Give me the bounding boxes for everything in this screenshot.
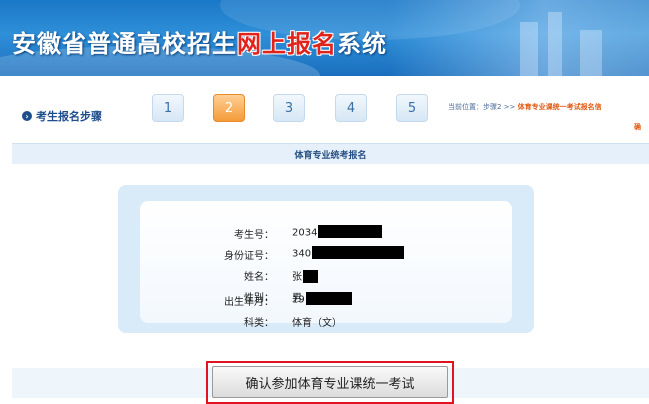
title-suffix: 系统 xyxy=(337,30,387,58)
title-highlight: 网上报名 xyxy=(237,30,337,58)
row-name: 姓名： 张 xyxy=(140,265,512,285)
breadcrumb-prefix: 当前位置：步骤2 >> xyxy=(448,103,518,111)
confirm-button[interactable]: 确认参加体育专业课统一考试 xyxy=(212,366,448,398)
birth-value: 19 xyxy=(292,292,352,306)
id-no-value: 340 xyxy=(292,246,405,260)
exam-no-value: 2034 xyxy=(292,225,383,239)
birth-label: 出生年月： xyxy=(224,297,274,308)
banner-decoration xyxy=(548,12,562,76)
breadcrumb-current: 体育专业课统一考试报名信 xyxy=(517,103,602,111)
steps-bar: › 考生报名步骤 1 2 3 4 5 当前位置：步骤2 >> 体育专业课统一考试… xyxy=(0,84,649,142)
info-card: 考生号： 2034 身份证号： 340 姓名： 张 性别： 男 出生年月： 19… xyxy=(118,185,534,333)
name-value: 张 xyxy=(292,268,318,284)
steps-label: › 考生报名步骤 xyxy=(22,108,102,124)
step-4: 4 xyxy=(335,94,367,122)
redaction-mask xyxy=(318,225,383,238)
header-banner: 安徽省普通高校招生网上报名系统 xyxy=(0,0,649,76)
banner-decoration xyxy=(580,30,602,76)
redaction-mask xyxy=(305,292,352,305)
breadcrumb: 当前位置：步骤2 >> 体育专业课统一考试报名信 xyxy=(448,102,602,112)
row-category: 科类： 体育（文） xyxy=(140,311,512,331)
name-label: 姓名： xyxy=(244,272,274,283)
title-prefix: 安徽省普通高校招生 xyxy=(12,30,237,58)
section-title: 体育专业统考报名 xyxy=(294,151,367,161)
exam-no-label: 考生号： xyxy=(234,230,274,241)
bullet-icon: › xyxy=(22,111,32,121)
step-1: 1 xyxy=(152,94,184,122)
redaction-mask xyxy=(303,269,318,283)
category-value: 体育（文） xyxy=(292,318,342,329)
page-title: 安徽省普通高校招生网上报名系统 xyxy=(12,24,387,59)
redaction-mask xyxy=(312,246,405,259)
row-exam-no: 考生号： 2034 xyxy=(140,223,512,243)
id-no-label: 身份证号： xyxy=(224,251,274,262)
step-5: 5 xyxy=(396,94,428,122)
row-birth: 出生年月： 19 xyxy=(140,290,512,310)
step-3: 3 xyxy=(273,94,305,122)
category-label: 科类： xyxy=(244,318,274,329)
breadcrumb-current-cont: 确 xyxy=(634,123,641,131)
banner-decoration xyxy=(520,22,538,76)
section-title-bar: 体育专业统考报名 xyxy=(12,143,649,164)
step-2-active: 2 xyxy=(213,94,245,122)
banner-decoration xyxy=(389,0,649,76)
steps-label-text: 考生报名步骤 xyxy=(36,110,102,123)
row-id-no: 身份证号： 340 xyxy=(140,244,512,264)
